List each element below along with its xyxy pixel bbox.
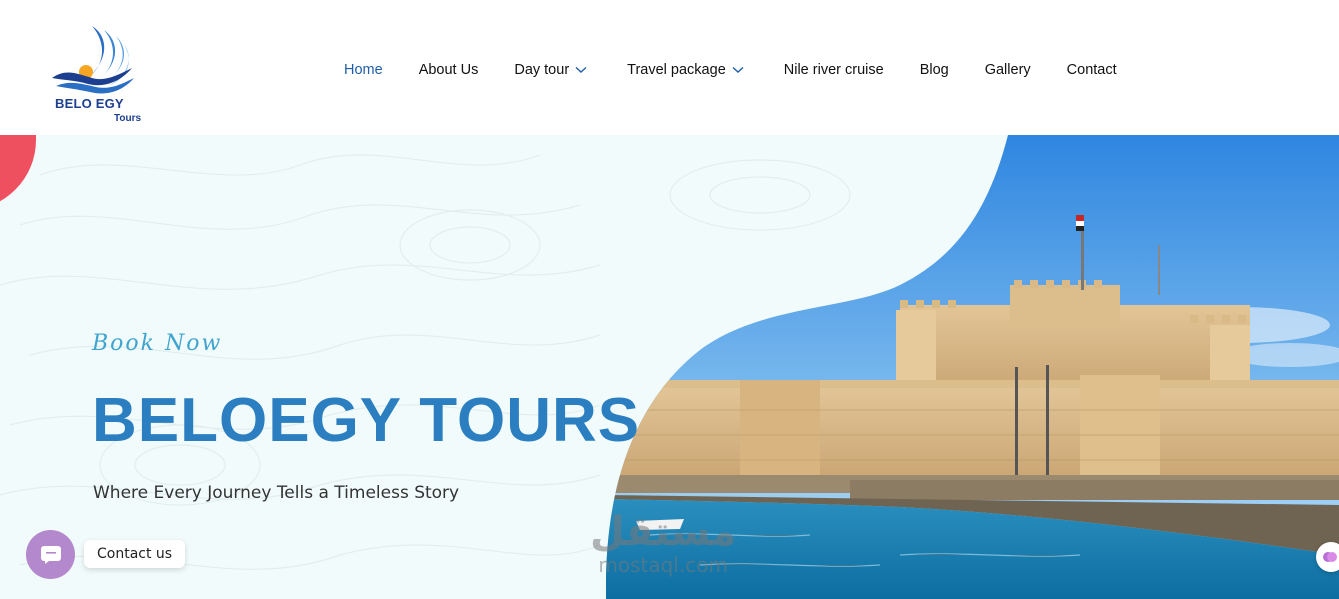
site-header: BELO EGY Tours Home About Us Day tour Tr…	[0, 0, 1339, 135]
nav-travel-package[interactable]: Travel package	[627, 62, 744, 78]
hero-subtitle: Where Every Journey Tells a Timeless Sto…	[93, 483, 460, 503]
watermark-latin: mostaql.com	[598, 553, 728, 577]
nav-home-label: Home	[344, 62, 383, 78]
brand-logo[interactable]	[48, 22, 148, 127]
nav-nile-river-cruise[interactable]: Nile river cruise	[784, 62, 884, 78]
brain-icon	[1323, 552, 1337, 562]
nav-blog[interactable]: Blog	[920, 62, 949, 78]
chevron-down-icon	[732, 66, 744, 73]
contact-chat-button[interactable]	[26, 530, 75, 579]
nav-day-tour[interactable]: Day tour	[514, 62, 587, 78]
brand-subtitle: Tours	[114, 113, 142, 124]
nav-gallery-label: Gallery	[984, 62, 1031, 78]
chevron-down-icon	[575, 66, 587, 73]
nav-home[interactable]: Home	[344, 62, 383, 78]
main-nav: Home About Us Day tour Travel package Ni…	[344, 62, 1117, 78]
nav-blog-label: Blog	[919, 62, 949, 78]
hero-title: BELOEGY TOURS	[92, 386, 641, 455]
brand-name: BELO EGY	[55, 96, 124, 111]
nav-travel-package-label: Travel package	[627, 62, 726, 78]
nav-about-us[interactable]: About Us	[419, 62, 479, 78]
nav-contact-label: Contact	[1066, 62, 1117, 78]
nav-day-tour-label: Day tour	[514, 62, 570, 78]
contact-us-label[interactable]: Contact us	[84, 540, 186, 568]
nav-nile-river-cruise-label: Nile river cruise	[783, 62, 884, 78]
nav-contact[interactable]: Contact	[1067, 62, 1117, 78]
logo-mark-icon	[52, 26, 134, 94]
hero-kicker: Book Now	[92, 331, 223, 356]
chat-bubble-icon	[40, 545, 61, 564]
watermark-arabic: مستقل	[590, 509, 737, 555]
nav-about-us-label: About Us	[418, 62, 479, 78]
accessibility-widget[interactable]	[1316, 542, 1339, 572]
nav-gallery[interactable]: Gallery	[985, 62, 1031, 78]
watermark: مستقل mostaql.com	[590, 510, 736, 576]
